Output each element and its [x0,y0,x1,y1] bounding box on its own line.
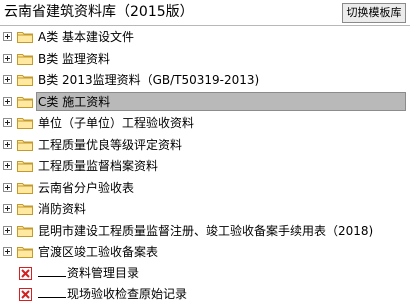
folder-label: 昆明市建设工程质量监督注册、竣工验收备案手续用表（2018) [38,223,374,238]
expand-plus-icon[interactable] [3,118,12,127]
folder-icon [17,32,33,43]
folder-label: 消防资料 [38,202,87,216]
folder-icon [17,225,33,237]
folder-label: B类 2013监理资料（GB/T50319-2013) [38,73,260,87]
folder-icon [17,204,33,215]
folder-label: C类 施工资料 [36,91,406,111]
blank-underline [38,264,66,277]
folder-icon [17,247,33,258]
folder-icon [17,96,33,108]
folder-label: B类 监理资料 [38,51,111,66]
expand-plus-icon[interactable] [3,96,12,106]
tree-doc-records-directory[interactable]: 资料管理目录 [0,263,410,285]
expand-plus-icon[interactable] [3,225,12,235]
expand-plus-icon[interactable] [3,53,12,63]
folder-label: 云南省分户验收表 [38,180,135,195]
switch-template-library-button[interactable]: 切换模板库 [342,3,406,23]
expand-plus-icon[interactable] [3,139,12,149]
tree-view: A类 基本建设文件 B类 监理资料 B类 2013监理资料（GB/T50319-… [0,26,410,306]
tree-folder-yunnan-household-acceptance[interactable]: 云南省分户验收表 [0,177,410,199]
tree-doc-site-inspection-record[interactable]: 现场验收检查原始记录 [0,284,410,306]
tree-folder-b-2013-supervision[interactable]: B类 2013监理资料（GB/T50319-2013) [0,69,410,91]
tree-folder-quality-grading[interactable]: 工程质量优良等级评定资料 [0,134,410,156]
tree-folder-guandu-completion-filing[interactable]: 官渡区竣工验收备案表 [0,241,410,263]
expand-plus-icon[interactable] [3,161,12,170]
library-title: 云南省建筑资料库（2015版） [4,4,194,20]
expand-plus-icon[interactable] [3,182,12,192]
tree-folder-unit-acceptance[interactable]: 单位（子单位）工程验收资料 [0,112,410,134]
folder-icon [17,182,33,194]
folder-icon [17,118,33,129]
folder-label: A类 基本建设文件 [38,30,135,44]
expand-plus-icon[interactable] [3,247,12,256]
document-label: 现场验收检查原始记录 [38,285,187,304]
tree-folder-b-supervision[interactable]: B类 监理资料 [0,48,410,70]
folder-icon [17,75,33,86]
folder-icon [17,53,33,65]
tree-folder-quality-supervision-archive[interactable]: 工程质量监督档案资料 [0,155,410,177]
folder-label: 官渡区竣工验收备案表 [38,245,159,259]
folder-label: 工程质量监督档案资料 [38,159,159,173]
tree-folder-c-construction[interactable]: C类 施工资料 [0,91,410,113]
document-label: 资料管理目录 [38,264,139,283]
header-bar: 云南省建筑资料库（2015版） 切换模板库 [0,0,410,26]
folder-icon [17,161,33,172]
document-title: 资料管理目录 [67,265,140,280]
tree-folder-fire-protection[interactable]: 消防资料 [0,198,410,220]
document-title: 现场验收检查原始记录 [67,287,188,301]
red-x-document-icon [19,266,32,280]
tree-folder-kunming-registration-forms[interactable]: 昆明市建设工程质量监督注册、竣工验收备案手续用表（2018) [0,220,410,242]
expand-plus-icon[interactable] [3,204,12,213]
folder-label: 工程质量优良等级评定资料 [38,137,183,152]
folder-label: 单位（子单位）工程验收资料 [38,116,195,130]
red-x-document-icon [19,288,32,301]
tree-folder-a-basic-construction[interactable]: A类 基本建设文件 [0,26,410,48]
folder-icon [17,139,33,151]
blank-underline [38,285,66,298]
expand-plus-icon[interactable] [3,75,12,84]
expand-plus-icon[interactable] [3,32,12,41]
